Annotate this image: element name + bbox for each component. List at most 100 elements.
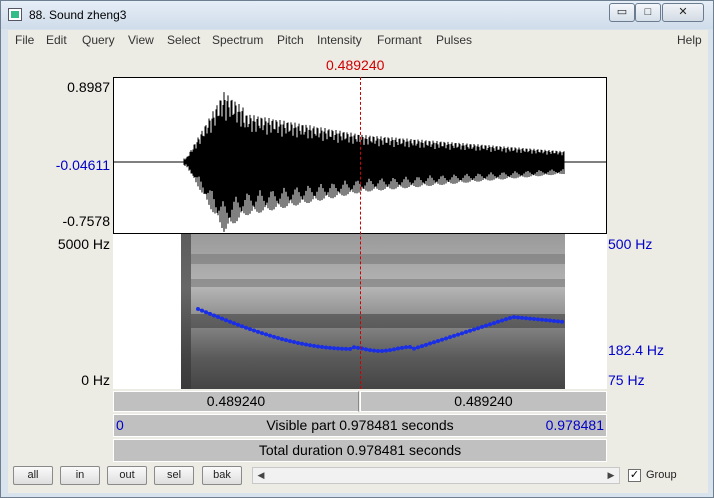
pitch-point [368, 348, 372, 353]
pitch-max-label: 500 Hz [608, 236, 653, 252]
pitch-point [520, 315, 524, 320]
pitch-point [456, 332, 460, 337]
pitch-point [260, 331, 264, 336]
pitch-point [480, 324, 484, 329]
pitch-point [208, 311, 212, 316]
pitch-point [220, 316, 224, 321]
pitch-point [264, 332, 268, 337]
pitch-point [440, 337, 444, 342]
pitch-point [300, 341, 304, 346]
menu-file[interactable]: File [15, 33, 34, 47]
pitch-point [544, 318, 548, 323]
menu-pulses[interactable]: Pulses [436, 33, 472, 47]
visible-part-bar[interactable]: 0 Visible part 0.978481 seconds 0.978481 [113, 414, 607, 437]
pitch-point [556, 319, 560, 324]
pitch-min-label: 75 Hz [608, 372, 645, 388]
pitch-point [344, 346, 348, 351]
spectrogram-formant-band [191, 314, 565, 328]
pitch-point [324, 345, 328, 350]
menu-bar: File Edit Query View Select Spectrum Pit… [8, 30, 708, 50]
pitch-point [396, 346, 400, 351]
pitch-point [452, 333, 456, 338]
pitch-point [304, 342, 308, 347]
title-bar[interactable]: 88. Sound zheng3 ▭ □ ✕ [1, 1, 713, 29]
pitch-point [200, 308, 204, 313]
pitch-point [392, 347, 396, 352]
pitch-point [472, 327, 476, 332]
pitch-point [532, 317, 536, 322]
menu-select[interactable]: Select [167, 33, 200, 47]
pitch-point [252, 328, 256, 333]
visible-end: 0.978481 [545, 417, 604, 433]
pitch-point [404, 345, 408, 350]
pitch-point [288, 339, 292, 344]
pitch-point [388, 348, 392, 353]
pitch-point [548, 318, 552, 323]
zoom-out-button[interactable]: out [107, 466, 147, 485]
pitch-point [216, 315, 220, 320]
pitch-point [248, 327, 252, 332]
zoom-selection-button[interactable]: sel [154, 466, 194, 485]
pitch-point [212, 313, 216, 318]
spectrogram-onset [181, 234, 191, 389]
menu-query[interactable]: Query [82, 33, 115, 47]
pitch-point [464, 330, 468, 335]
app-icon [8, 8, 22, 21]
pitch-point [448, 335, 452, 340]
pitch-point [336, 346, 340, 351]
scroll-right-arrow-icon[interactable]: ▶ [603, 468, 619, 483]
maximize-button[interactable]: □ [635, 3, 661, 22]
zoom-in-button[interactable]: in [60, 466, 100, 485]
pitch-point [364, 347, 368, 352]
menu-pitch[interactable]: Pitch [277, 33, 304, 47]
pitch-point [232, 321, 236, 326]
pitch-point [312, 343, 316, 348]
menu-view[interactable]: View [128, 33, 154, 47]
cursor-time-label: 0.489240 [326, 57, 385, 73]
pitch-point [244, 325, 248, 330]
pitch-point [444, 336, 448, 341]
pitch-point [540, 317, 544, 322]
pitch-point [332, 346, 336, 351]
group-checkbox[interactable]: ✓ [628, 469, 641, 482]
pitch-point [276, 335, 280, 340]
visible-part-label: Visible part 0.978481 seconds [266, 417, 454, 433]
pitch-point [340, 346, 344, 351]
minimize-button[interactable]: ▭ [609, 3, 635, 22]
close-button[interactable]: ✕ [662, 3, 704, 22]
zoom-back-button[interactable]: bak [202, 466, 242, 485]
pitch-point [236, 322, 240, 327]
pitch-point [284, 338, 288, 343]
pitch-point [496, 319, 500, 324]
pitch-point [508, 315, 512, 320]
pitch-point [280, 337, 284, 342]
spectrogram-formant-band [191, 279, 565, 287]
pitch-point [352, 345, 356, 350]
scroll-left-arrow-icon[interactable]: ◀ [253, 468, 269, 483]
cursor-time-right[interactable]: 0.489240 [360, 391, 607, 412]
pitch-point [372, 348, 376, 353]
time-scrollbar[interactable]: ◀ ▶ [252, 467, 620, 484]
pitch-point [412, 346, 416, 351]
pitch-point [204, 310, 208, 315]
pitch-point [516, 315, 520, 320]
menu-help[interactable]: Help [677, 33, 702, 47]
window-title: 88. Sound zheng3 [29, 8, 127, 22]
total-duration-bar[interactable]: Total duration 0.978481 seconds [113, 439, 607, 462]
cursor-time-left[interactable]: 0.489240 [113, 391, 359, 412]
pitch-cursor-value: 182.4 Hz [608, 342, 665, 358]
waveform-min-label: -0.7578 [62, 213, 110, 229]
pitch-point [296, 340, 300, 345]
pitch-point [268, 333, 272, 338]
pitch-point [500, 318, 504, 323]
menu-intensity[interactable]: Intensity [317, 33, 362, 47]
pitch-point [524, 316, 528, 321]
pitch-point [416, 345, 420, 350]
menu-formant[interactable]: Formant [377, 33, 422, 47]
zoom-all-button[interactable]: all [13, 466, 53, 485]
menu-spectrum[interactable]: Spectrum [212, 33, 263, 47]
pitch-point [348, 346, 352, 351]
pitch-point [536, 317, 540, 322]
pitch-point [552, 318, 556, 323]
menu-edit[interactable]: Edit [46, 33, 67, 47]
